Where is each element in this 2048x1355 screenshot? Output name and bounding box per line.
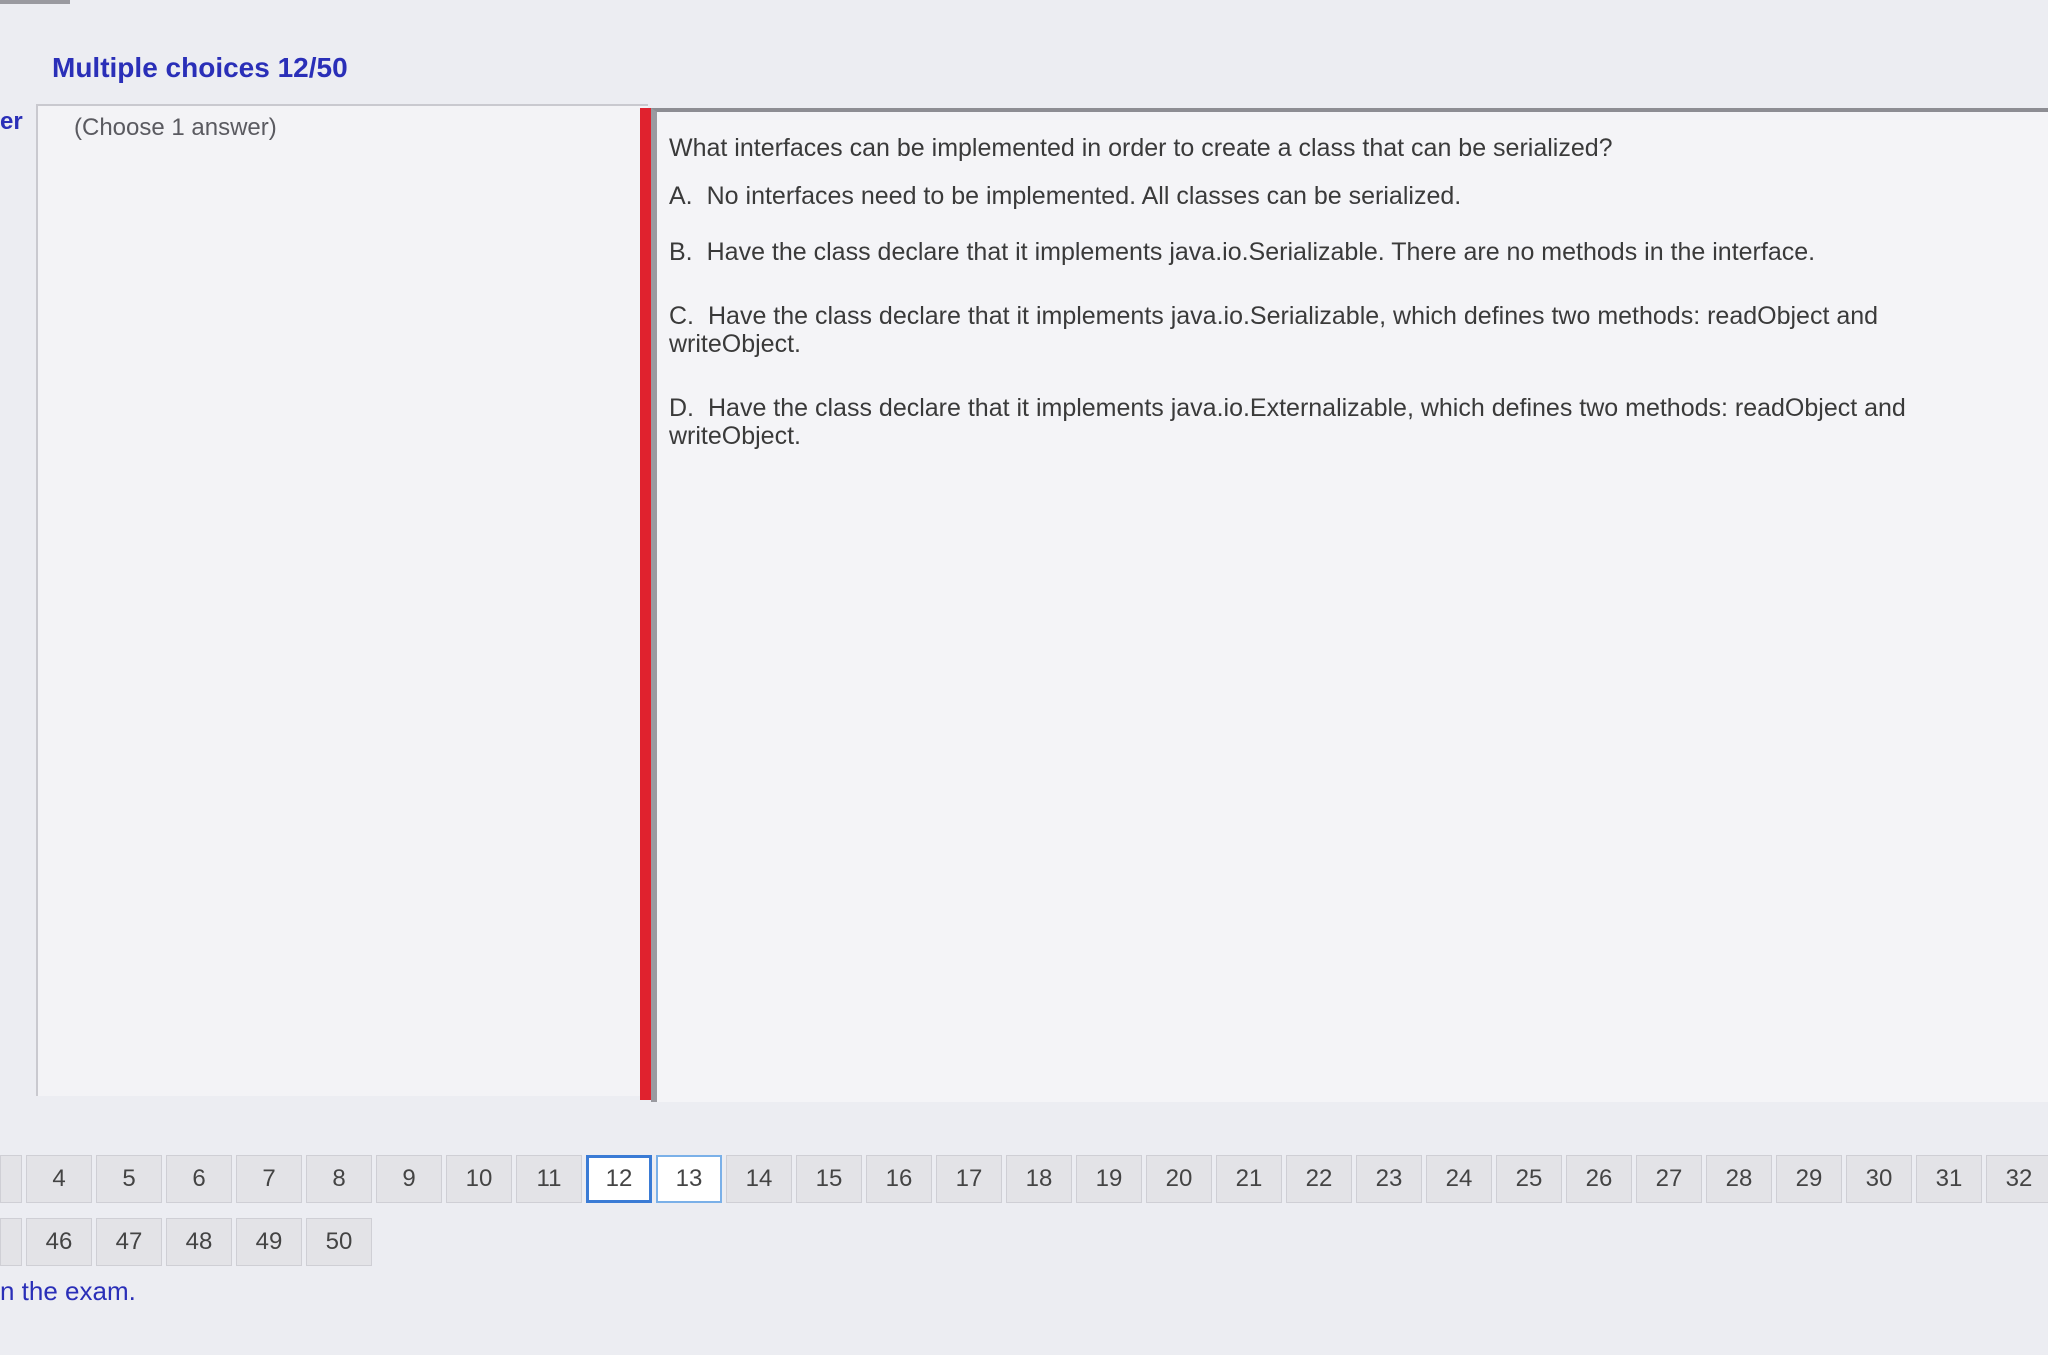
option-text: Have the class declare that it implement… bbox=[706, 238, 1816, 266]
cropped-label: er bbox=[0, 108, 23, 135]
question-button-27[interactable]: 27 bbox=[1636, 1155, 1702, 1203]
panel-divider bbox=[640, 108, 651, 1100]
option-d[interactable]: D. Have the class declare that it impleme… bbox=[669, 394, 1999, 450]
question-button-26[interactable]: 26 bbox=[1566, 1155, 1632, 1203]
question-text: What interfaces can be implemented in or… bbox=[669, 134, 1613, 162]
option-letter: C. bbox=[669, 302, 694, 330]
option-a[interactable]: A. No interfaces need to be implemented. … bbox=[669, 182, 1461, 210]
question-button-partial[interactable] bbox=[0, 1155, 22, 1203]
question-button-49[interactable]: 49 bbox=[236, 1218, 302, 1266]
question-nav-row-1: 4 5 6 7 8 9 10 11 12 13 14 15 16 17 18 19 20 21 22 23 24 25 26… bbox=[0, 1155, 2048, 1205]
question-nav-row-2: 46 47 48 49 50 bbox=[0, 1218, 372, 1268]
answer-panel: (Choose 1 answer) bbox=[36, 104, 648, 1096]
option-b[interactable]: B. Have the class declare that it impleme… bbox=[669, 238, 1815, 266]
question-button-8[interactable]: 8 bbox=[306, 1155, 372, 1203]
question-panel: What interfaces can be implemented in or… bbox=[651, 108, 2048, 1102]
question-button-29[interactable]: 29 bbox=[1776, 1155, 1842, 1203]
question-button-25[interactable]: 25 bbox=[1496, 1155, 1562, 1203]
question-button-partial[interactable] bbox=[0, 1218, 22, 1266]
question-button-18[interactable]: 18 bbox=[1006, 1155, 1072, 1203]
question-button-22[interactable]: 22 bbox=[1286, 1155, 1352, 1203]
option-text: Have the class declare that it implement… bbox=[669, 302, 1879, 358]
question-button-9[interactable]: 9 bbox=[376, 1155, 442, 1203]
option-letter: D. bbox=[669, 394, 694, 422]
question-button-15[interactable]: 15 bbox=[796, 1155, 862, 1203]
question-button-46[interactable]: 46 bbox=[26, 1218, 92, 1266]
question-button-21[interactable]: 21 bbox=[1216, 1155, 1282, 1203]
question-button-11[interactable]: 11 bbox=[516, 1155, 582, 1203]
page-title: Multiple choices 12/50 bbox=[52, 52, 348, 83]
question-button-13[interactable]: 13 bbox=[656, 1155, 722, 1203]
question-button-24[interactable]: 24 bbox=[1426, 1155, 1492, 1203]
question-button-10[interactable]: 10 bbox=[446, 1155, 512, 1203]
question-button-30[interactable]: 30 bbox=[1846, 1155, 1912, 1203]
option-text: No interfaces need to be implemented. Al… bbox=[706, 182, 1462, 210]
question-button-14[interactable]: 14 bbox=[726, 1155, 792, 1203]
question-button-4[interactable]: 4 bbox=[26, 1155, 92, 1203]
question-button-32[interactable]: 32 bbox=[1986, 1155, 2048, 1203]
question-button-47[interactable]: 47 bbox=[96, 1218, 162, 1266]
question-button-17[interactable]: 17 bbox=[936, 1155, 1002, 1203]
question-button-5[interactable]: 5 bbox=[96, 1155, 162, 1203]
question-button-23[interactable]: 23 bbox=[1356, 1155, 1422, 1203]
question-button-16[interactable]: 16 bbox=[866, 1155, 932, 1203]
option-text: Have the class declare that it implement… bbox=[669, 394, 1906, 450]
question-button-20[interactable]: 20 bbox=[1146, 1155, 1212, 1203]
question-button-28[interactable]: 28 bbox=[1706, 1155, 1772, 1203]
question-button-7[interactable]: 7 bbox=[236, 1155, 302, 1203]
window-edge bbox=[0, 0, 70, 4]
choose-hint: (Choose 1 answer) bbox=[74, 114, 277, 141]
question-button-31[interactable]: 31 bbox=[1916, 1155, 1982, 1203]
question-button-50[interactable]: 50 bbox=[306, 1218, 372, 1266]
option-letter: B. bbox=[669, 238, 693, 266]
question-button-12[interactable]: 12 bbox=[586, 1155, 652, 1203]
exam-link[interactable]: n the exam. bbox=[0, 1276, 136, 1307]
question-button-6[interactable]: 6 bbox=[166, 1155, 232, 1203]
option-c[interactable]: C. Have the class declare that it impleme… bbox=[669, 302, 2009, 358]
option-letter: A. bbox=[669, 182, 693, 210]
question-button-48[interactable]: 48 bbox=[166, 1218, 232, 1266]
question-button-19[interactable]: 19 bbox=[1076, 1155, 1142, 1203]
